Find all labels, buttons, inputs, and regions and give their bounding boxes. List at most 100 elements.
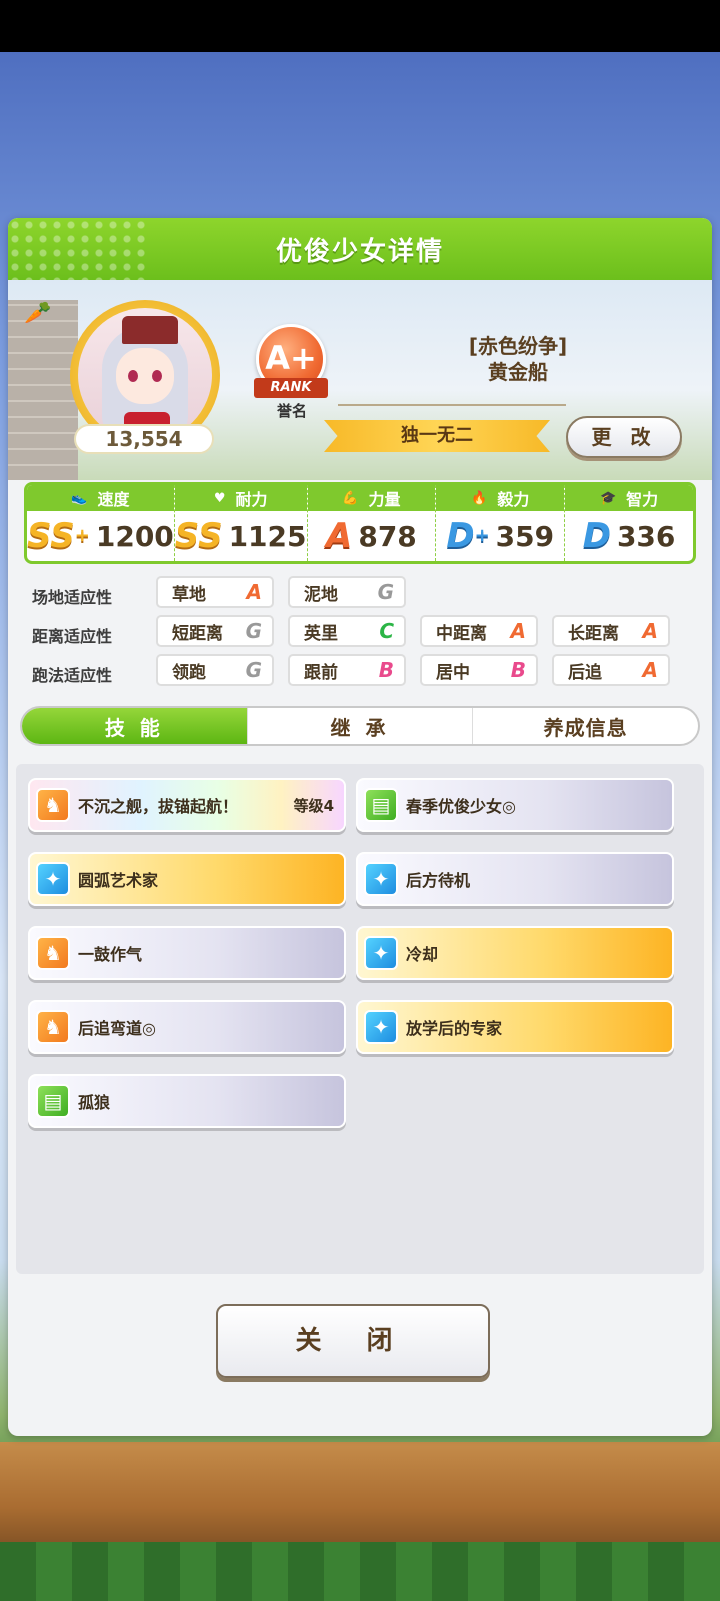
aptitude-name: 泥地: [304, 584, 338, 605]
stat-column: 🎓 智力 D 336: [565, 485, 693, 561]
stats-table: 👟 速度 SS+ 1200 ♥ 耐力 SS 1125 💪 力量 A 878 🔥 毅力 D+ 359 🎓 智力 D 33…: [24, 482, 696, 564]
sparkle-icon: ✦: [36, 862, 70, 896]
aptitude-distance-cell: 短距离 G: [156, 615, 274, 647]
stat-grade: A: [326, 516, 353, 556]
stat-value: 359: [495, 519, 555, 553]
skill-item[interactable]: ✦ 后方待机: [356, 852, 674, 906]
aptitude-distance-cell: 英里 C: [288, 615, 406, 647]
skill-name: 后方待机: [406, 871, 471, 890]
aptitude-style-cell: 后追 A: [552, 654, 670, 686]
stat-grade: SS+: [27, 516, 90, 556]
stat-column: 💪 力量 A 878: [307, 485, 437, 561]
stat-grade: SS: [174, 516, 223, 556]
avatar-eye-right: [152, 370, 162, 382]
grade-plus: +: [474, 525, 490, 546]
stat-body: A 878: [308, 511, 436, 561]
skill-item[interactable]: ▤ 孤狼: [28, 1074, 346, 1128]
aptitude-style-cell: 领跑 G: [156, 654, 274, 686]
aptitude-distance-cell: 中距离 A: [420, 615, 538, 647]
stat-grade: D: [582, 516, 611, 556]
stat-value: 1125: [228, 519, 307, 553]
status-bar: [0, 0, 720, 52]
aptitude-grade: B: [378, 658, 394, 682]
tab-1[interactable]: 继 承: [248, 708, 474, 744]
skill-item[interactable]: ♞ 一鼓作气: [28, 926, 346, 980]
change-title-button[interactable]: 更 改: [566, 416, 682, 458]
skill-item[interactable]: ♞ 不沉之舰，拔锚起航！ 等级4: [28, 778, 346, 832]
grass-background: [0, 1542, 720, 1601]
stat-grade: D+: [446, 516, 490, 556]
aptitude-track-cell: 草地 A: [156, 576, 274, 608]
skill-item[interactable]: ✦ 圆弧艺术家: [28, 852, 346, 906]
aptitude-grade: G: [377, 580, 394, 604]
stat-body: D+ 359: [436, 511, 564, 561]
sparkle-icon: ✦: [364, 1010, 398, 1044]
style-aptitude-label: 跑法适应性: [32, 666, 113, 685]
aptitude-grade: A: [642, 619, 658, 643]
aptitude-name: 后追: [568, 662, 602, 683]
character-name: 黄金船: [488, 360, 548, 384]
title-banner: 独一无二: [324, 420, 550, 452]
sparkle-icon: ✦: [364, 862, 398, 896]
title-pattern: [8, 218, 148, 280]
stat-label: 毅力: [497, 490, 530, 509]
close-button[interactable]: 关 闭: [216, 1304, 490, 1378]
aptitude-grade: G: [245, 619, 262, 643]
aptitude-name: 领跑: [172, 662, 206, 683]
aptitude-name: 长距离: [568, 623, 619, 644]
rank-label: 誉名: [276, 402, 307, 420]
stat-label: 力量: [368, 490, 401, 509]
skills-list: ♞ 不沉之舰，拔锚起航！ 等级4 ▤ 春季优俊少女◎ ✦ 圆弧艺术家 ✦ 后方待机 ♞ 一鼓作气 ✦ 冷…: [16, 764, 704, 1274]
skill-item[interactable]: ▤ 春季优俊少女◎: [356, 778, 674, 832]
skill-name: 后追弯道◎: [78, 1019, 156, 1038]
aptitude-grade: A: [246, 580, 262, 604]
sparkle-icon: ✦: [364, 936, 398, 970]
aptitude-style-cell: 居中 B: [420, 654, 538, 686]
panel-title-bar: 优俊少女详情: [8, 218, 712, 280]
aptitude-grade: G: [245, 658, 262, 682]
horse-emblem-icon: ♞: [36, 788, 70, 822]
detail-tabs: 技 能继 承养成信息: [20, 706, 700, 746]
skill-level: 等级4: [293, 796, 334, 815]
aptitude-grade: A: [510, 619, 526, 643]
shoe-icon: 👟: [71, 490, 88, 506]
aptitude-name: 跟前: [304, 662, 338, 683]
avatar-face: [116, 348, 174, 404]
aptitude-name: 居中: [436, 662, 470, 683]
skill-name: 孤狼: [78, 1093, 111, 1112]
stat-body: SS+ 1200: [27, 511, 174, 561]
graduation-cap-icon: 🎓: [599, 490, 617, 506]
aptitude-name: 英里: [304, 623, 338, 644]
aptitude-grade: B: [510, 658, 526, 682]
skill-item[interactable]: ✦ 冷却: [356, 926, 674, 980]
distance-aptitude-label: 距离适应性: [32, 627, 113, 646]
muscle-icon: 💪: [342, 490, 359, 506]
green-card-icon: ▤: [36, 1084, 70, 1118]
tab-2[interactable]: 养成信息: [473, 708, 698, 744]
rank-word: RANK: [254, 378, 328, 398]
aptitude-name: 草地: [172, 584, 206, 605]
horse-emblem-icon: ♞: [36, 936, 70, 970]
stat-column: ♥ 耐力 SS 1125: [174, 485, 308, 561]
avatar-hat: [122, 316, 178, 344]
tab-0[interactable]: 技 能: [22, 708, 248, 744]
heart-icon: ♥: [213, 490, 226, 506]
stat-column: 👟 速度 SS+ 1200: [27, 485, 175, 561]
stat-header: 🎓 智力: [565, 485, 693, 511]
skill-name: 放学后的专家: [406, 1019, 503, 1038]
stat-column: 🔥 毅力 D+ 359: [436, 485, 566, 561]
aptitude-style-cell: 跟前 B: [288, 654, 406, 686]
skill-item[interactable]: ✦ 放学后的专家: [356, 1000, 674, 1054]
stat-header: 👟 速度: [27, 485, 174, 511]
flame-icon: 🔥: [471, 490, 488, 506]
panel-title: 优俊少女详情: [275, 236, 444, 267]
stat-label: 速度: [97, 490, 130, 509]
green-card-icon: ▤: [364, 788, 398, 822]
skill-name: 圆弧艺术家: [78, 871, 159, 890]
skill-name: 一鼓作气: [78, 945, 143, 964]
track-aptitude-label: 场地适应性: [32, 588, 113, 607]
evaluation-score: 13,554: [74, 424, 214, 454]
stat-header: 💪 力量: [307, 485, 436, 511]
skill-item[interactable]: ♞ 后追弯道◎: [28, 1000, 346, 1054]
stat-label: 耐力: [235, 490, 268, 509]
